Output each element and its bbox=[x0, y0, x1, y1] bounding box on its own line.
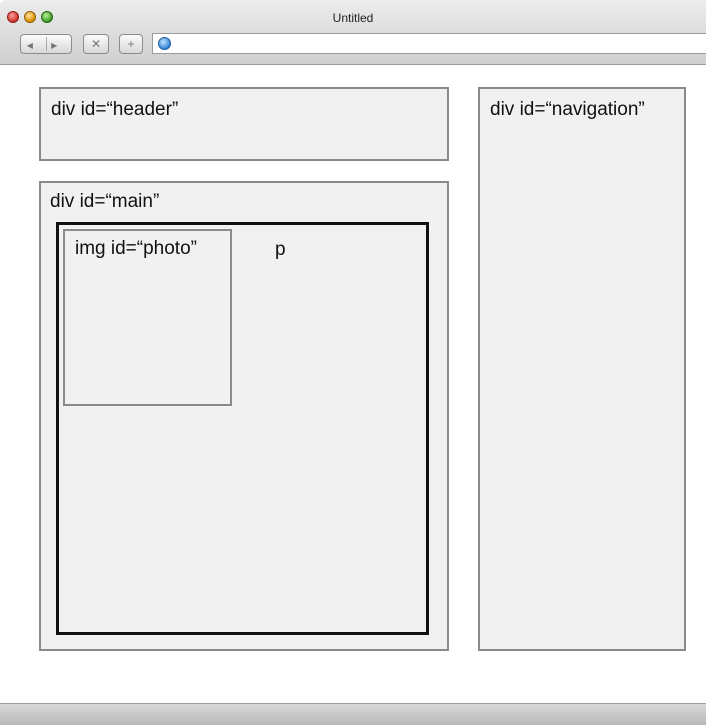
browser-window: Untitled ◀ ▶ ✕ + div id=“header” div id=… bbox=[0, 0, 706, 725]
photo-img-box: img id=“photo” bbox=[63, 229, 232, 406]
button-divider bbox=[46, 37, 47, 51]
status-bar bbox=[0, 703, 706, 725]
address-bar[interactable] bbox=[152, 33, 706, 54]
stop-button[interactable]: ✕ bbox=[83, 34, 109, 54]
header-div-box: div id=“header” bbox=[39, 87, 449, 161]
plus-icon: + bbox=[127, 37, 135, 51]
header-div-label: div id=“header” bbox=[51, 99, 179, 120]
navigation-div-box: div id=“navigation” bbox=[478, 87, 686, 651]
window-title: Untitled bbox=[332, 11, 374, 25]
navigation-div-label: div id=“navigation” bbox=[490, 99, 645, 120]
close-icon: ✕ bbox=[90, 37, 102, 51]
add-bookmark-button[interactable]: + bbox=[119, 34, 143, 54]
globe-icon bbox=[158, 37, 171, 50]
photo-img-label: img id=“photo” bbox=[75, 238, 197, 259]
paragraph-label: p bbox=[275, 239, 286, 260]
back-forward-button[interactable]: ◀ ▶ bbox=[20, 34, 72, 54]
main-div-label: div id=“main” bbox=[50, 191, 160, 212]
title-bar: Untitled ◀ ▶ ✕ + bbox=[0, 0, 706, 65]
